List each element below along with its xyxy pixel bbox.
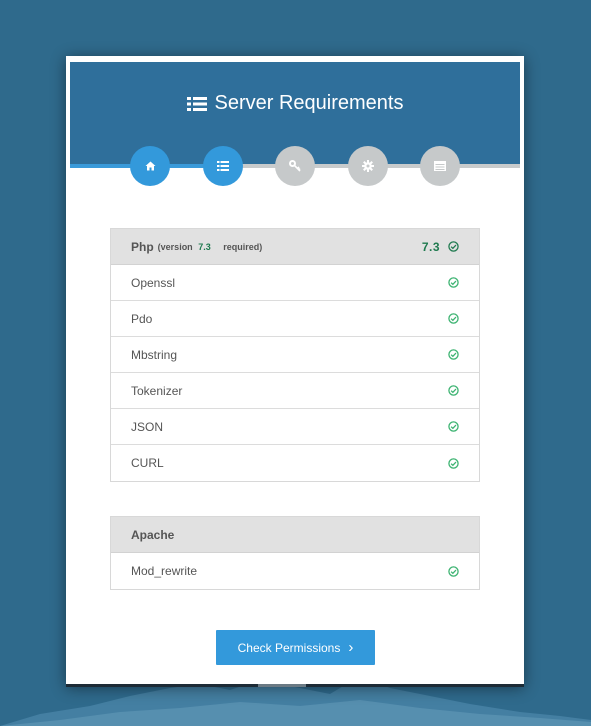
step-home[interactable] — [130, 146, 170, 186]
installer-card: Server Requirements Php (version 7.3 req… — [66, 56, 524, 686]
php-required-note: (version 7.3 required) — [157, 241, 263, 252]
list-item: Tokenizer — [111, 373, 479, 409]
apache-requirements-table: Apache Mod_rewrite — [110, 516, 480, 590]
page-title-text: Server Requirements — [214, 92, 404, 114]
php-requirements-table: Php (version 7.3 required) 7.3 Openssl P… — [110, 228, 480, 482]
list-icon — [186, 96, 207, 111]
step-permissions[interactable] — [275, 146, 315, 186]
php-header: Php (version 7.3 required) 7.3 — [111, 229, 479, 265]
check-circle-icon — [448, 565, 459, 577]
gear-icon — [362, 160, 374, 172]
list-item: Openssl — [111, 265, 479, 301]
list-item: Mod_rewrite — [111, 553, 479, 589]
php-required-version: 7.3 — [198, 241, 211, 252]
check-circle-icon — [448, 277, 459, 288]
apache-title: Apache — [131, 527, 175, 542]
server-icon — [434, 161, 446, 171]
step-finish[interactable] — [420, 146, 460, 186]
list-item: Pdo — [111, 301, 479, 337]
check-circle-icon — [448, 313, 459, 324]
list-icon — [217, 161, 229, 171]
check-circle-icon — [448, 421, 459, 432]
page-title: Server Requirements — [70, 92, 520, 115]
check-circle-icon — [448, 457, 459, 469]
step-requirements[interactable] — [203, 146, 243, 186]
extension-name: Mbstring — [131, 347, 178, 362]
extension-name: JSON — [131, 419, 164, 434]
extension-name: CURL — [131, 456, 164, 470]
home-icon — [145, 161, 155, 171]
check-permissions-label: Check Permissions — [237, 640, 341, 655]
extension-name: Openssl — [131, 275, 176, 290]
module-name: Mod_rewrite — [131, 564, 198, 578]
check-circle-icon — [448, 349, 459, 360]
check-circle-icon — [448, 385, 459, 396]
footer-tab — [258, 684, 306, 687]
list-item: CURL — [111, 445, 479, 481]
php-title: Php — [131, 239, 154, 254]
chevron-right-icon: › — [348, 639, 354, 656]
check-permissions-button[interactable]: Check Permissions › — [216, 630, 375, 665]
check-circle-icon — [448, 241, 459, 252]
extension-name: Pdo — [131, 311, 153, 326]
key-icon — [289, 160, 301, 172]
list-item: JSON — [111, 409, 479, 445]
list-item: Mbstring — [111, 337, 479, 373]
step-settings[interactable] — [348, 146, 388, 186]
apache-header: Apache — [111, 517, 479, 553]
php-current-version: 7.3 — [421, 239, 440, 254]
extension-name: Tokenizer — [131, 383, 183, 398]
